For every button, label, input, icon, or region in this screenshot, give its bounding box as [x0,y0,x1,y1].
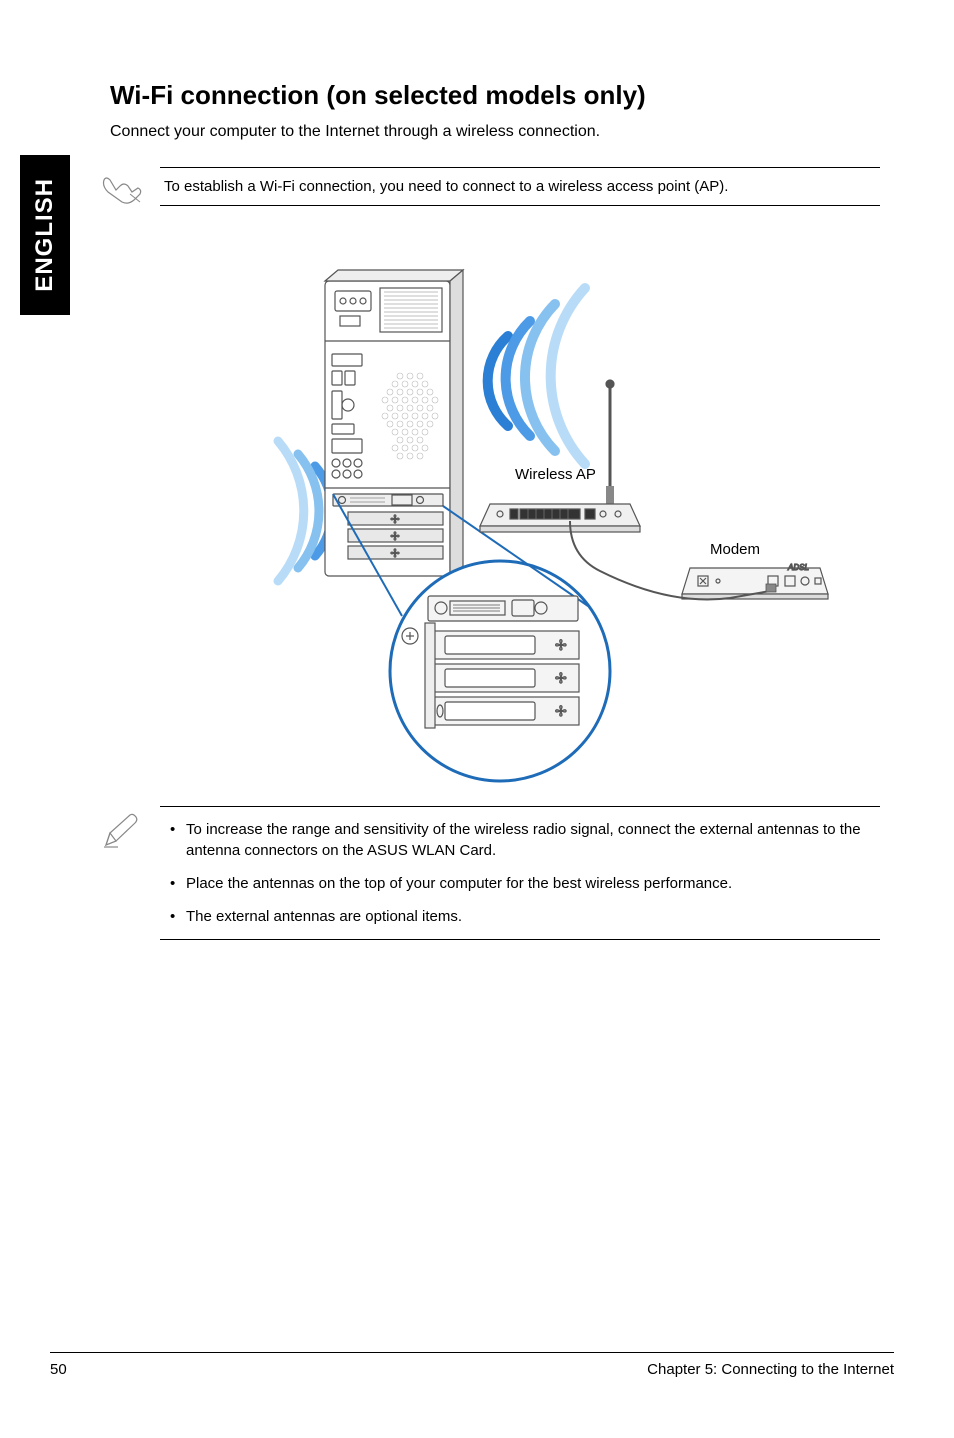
note-item-3: The external antennas are optional items… [186,906,876,927]
note-item-1: To increase the range and sensitivity of… [186,819,876,861]
note-hand-icon [100,172,144,208]
svg-text:✢: ✢ [555,703,567,719]
modem-label: Modem [710,541,760,558]
page-footer: 50 Chapter 5: Connecting to the Internet [50,1352,894,1378]
note-callout-2: To increase the range and sensitivity of… [160,806,880,940]
section-heading: Wi-Fi connection (on selected models onl… [110,80,880,111]
language-label: ENGLISH [31,178,59,292]
svg-text:✢: ✢ [390,548,399,560]
language-tab: ENGLISH [20,155,70,315]
page-content: Wi-Fi connection (on selected models onl… [110,80,880,940]
note-text-1: To establish a Wi-Fi connection, you nee… [164,178,728,195]
pencil-icon [100,811,140,851]
chapter-label: Chapter 5: Connecting to the Internet [647,1361,894,1378]
pc-tower: ✢ ✢ ✢ [325,270,463,576]
wifi-diagram: ✢ ✢ ✢ [170,226,850,806]
intro-text: Connect your computer to the Internet th… [110,123,880,141]
note-callout-1: To establish a Wi-Fi connection, you nee… [160,167,880,206]
note-item-2: Place the antennas on the top of your co… [186,873,876,894]
svg-text:ADSL: ADSL [787,563,809,572]
page-number: 50 [50,1361,67,1378]
svg-text:✢: ✢ [555,670,567,686]
svg-text:✢: ✢ [555,637,567,653]
wireless-ap-label: Wireless AP [515,466,596,483]
wireless-ap [480,380,640,532]
svg-text:✢: ✢ [390,531,399,543]
svg-text:✢: ✢ [390,514,399,526]
diagram-svg: ✢ ✢ ✢ [170,226,850,806]
